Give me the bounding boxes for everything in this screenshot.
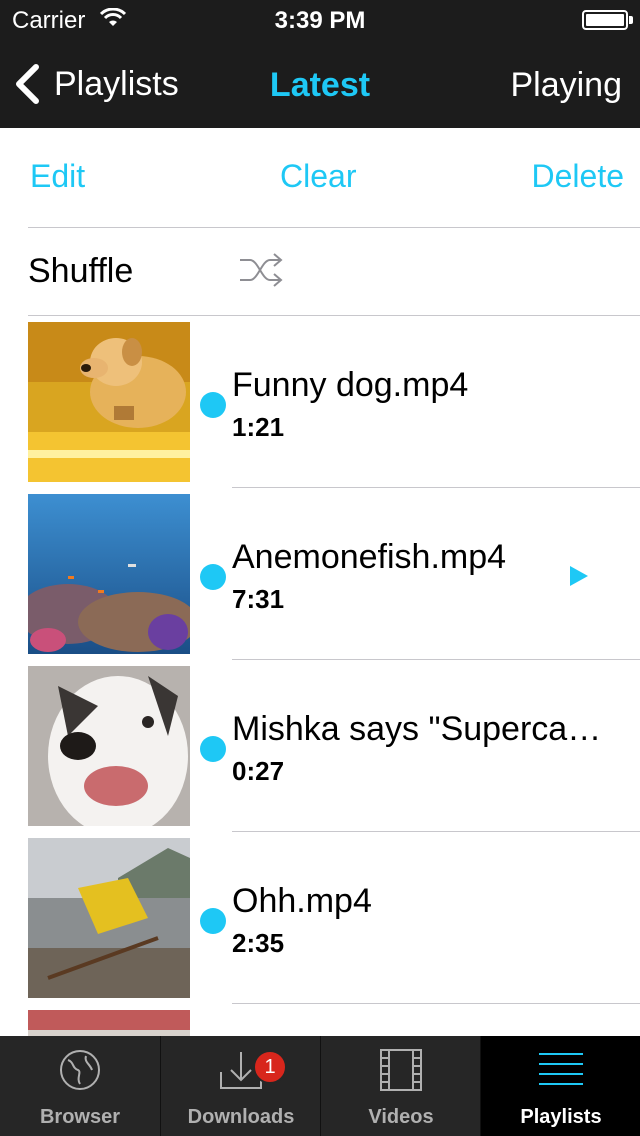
tab-downloads[interactable]: 1 Downloads [160,1036,320,1136]
unwatched-indicator [200,392,226,418]
unwatched-indicator [200,908,226,934]
unwatched-indicator [200,564,226,590]
video-duration: 2:35 [232,928,285,958]
unwatched-indicator [200,736,226,762]
video-title: Funny dog.mp4 [232,366,469,404]
navigation-bar: Playlists Latest Playing [0,40,640,128]
tab-label: Downloads [187,1106,295,1128]
video-thumbnail [28,838,190,998]
tab-playlists[interactable]: Playlists [480,1036,640,1136]
playlist-list: Funny dog.mp4 1:21 Anemonefish.mp4 7:31 [0,316,640,1036]
playlist-toolbar: Edit Clear Delete [0,128,640,228]
video-thumbnail [28,494,190,654]
status-bar: Carrier 3:39 PM [0,0,640,40]
top-bar: Carrier 3:39 PM Playlists Latest Playing [0,0,640,128]
globe-icon [60,1050,100,1090]
list-item[interactable]: Funny dog.mp4 1:21 [0,316,640,488]
tab-browser[interactable]: Browser [0,1036,160,1136]
film-icon [379,1049,422,1091]
video-duration: 0:27 [232,756,285,786]
clear-button[interactable]: Clear [280,158,356,195]
list-item[interactable]: Mishka says "Superca… 0:27 [0,660,640,832]
list-item[interactable] [0,1004,640,1036]
video-thumbnail [28,666,190,826]
shuffle-icon [240,253,283,287]
list-item[interactable]: Anemonefish.mp4 7:31 [0,488,640,660]
video-duration: 1:21 [232,412,285,442]
playing-button[interactable]: Playing [510,66,622,105]
status-time: 3:39 PM [274,7,366,34]
delete-button[interactable]: Delete [532,158,625,195]
shuffle-row[interactable]: Shuffle [0,228,640,316]
edit-button[interactable]: Edit [30,158,85,195]
tab-bar: Browser 1 Downloads Videos Playlists [0,1036,640,1136]
video-duration: 7:31 [232,584,285,614]
tab-label: Browser [39,1106,121,1128]
video-title: Ohh.mp4 [232,882,372,920]
tab-label: Playlists [520,1106,602,1128]
video-thumbnail [28,322,190,482]
battery-icon [582,10,628,30]
shuffle-label: Shuffle [28,252,134,290]
downloads-badge: 1 [253,1050,287,1084]
tab-videos[interactable]: Videos [320,1036,480,1136]
tab-label: Videos [368,1106,434,1128]
now-playing-icon [570,566,588,586]
battery-tip [629,16,633,24]
video-thumbnail [28,1010,190,1036]
list-icon [538,1053,583,1085]
list-item[interactable]: Ohh.mp4 2:35 [0,832,640,1004]
video-title: Mishka says "Superca… [232,710,602,748]
